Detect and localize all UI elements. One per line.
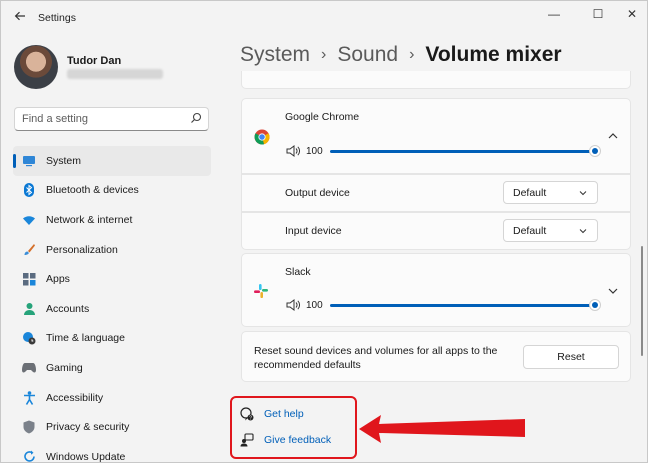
breadcrumb-separator: › bbox=[409, 46, 415, 63]
wifi-icon bbox=[22, 213, 36, 227]
active-indicator bbox=[13, 154, 16, 168]
bluetooth-icon bbox=[22, 183, 36, 198]
scrolled-card-edge bbox=[241, 71, 631, 89]
reset-description: Reset sound devices and volumes for all … bbox=[254, 345, 498, 371]
sidebar-item-label: Privacy & security bbox=[46, 421, 130, 434]
sidebar-item-label: Apps bbox=[46, 273, 70, 286]
page-title: Volume mixer bbox=[425, 43, 562, 66]
speaker-icon[interactable] bbox=[286, 299, 300, 311]
sidebar-item-label: Accessibility bbox=[46, 391, 104, 404]
app-title: Settings bbox=[38, 12, 76, 24]
app-card-chrome: Google Chrome 100 bbox=[241, 98, 631, 174]
close-button[interactable]: ✕ bbox=[617, 5, 647, 23]
chevron-down-icon bbox=[579, 229, 587, 234]
apps-icon bbox=[22, 272, 36, 286]
speaker-icon[interactable] bbox=[286, 145, 300, 157]
breadcrumb: System › Sound › Volume mixer bbox=[240, 43, 562, 67]
sidebar-item-label: Bluetooth & devices bbox=[46, 184, 139, 197]
user-email-obscured bbox=[67, 69, 163, 79]
volume-row-chrome: 100 bbox=[286, 144, 601, 157]
sidebar-item-windows-update[interactable]: Windows Update bbox=[13, 442, 211, 463]
help-links-highlight: ? Get help Give feedback bbox=[230, 396, 357, 459]
maximize-button[interactable]: ☐ bbox=[583, 5, 613, 23]
input-device-dropdown[interactable]: Default bbox=[503, 219, 598, 242]
title-bar: Settings — ☐ ✕ bbox=[1, 1, 647, 31]
output-device-row: Output device Default bbox=[241, 174, 631, 212]
sidebar-item-accessibility[interactable]: Accessibility bbox=[13, 383, 211, 413]
annotation-arrow bbox=[359, 415, 525, 443]
arrow-left-icon bbox=[14, 11, 25, 21]
sidebar-item-label: Gaming bbox=[46, 361, 83, 374]
search-box[interactable] bbox=[14, 107, 209, 131]
person-icon bbox=[22, 302, 36, 316]
back-button[interactable] bbox=[11, 7, 29, 25]
sidebar-item-accounts[interactable]: Accounts bbox=[13, 294, 211, 324]
sidebar-item-network[interactable]: Network & internet bbox=[13, 205, 211, 235]
svg-text:?: ? bbox=[249, 415, 252, 421]
sidebar-item-label: Network & internet bbox=[46, 213, 133, 226]
sidebar-item-label: Windows Update bbox=[46, 450, 126, 463]
monitor-icon bbox=[22, 154, 36, 168]
volume-value-slack: 100 bbox=[306, 299, 323, 311]
app-name-chrome: Google Chrome bbox=[285, 111, 360, 123]
brush-icon bbox=[22, 243, 36, 257]
slack-icon bbox=[254, 284, 268, 298]
sidebar-item-bluetooth[interactable]: Bluetooth & devices bbox=[13, 176, 211, 206]
avatar[interactable] bbox=[14, 45, 58, 89]
sidebar-item-label: System bbox=[46, 154, 82, 167]
give-feedback-label: Give feedback bbox=[264, 434, 332, 446]
shield-icon bbox=[22, 420, 36, 434]
help-chat-icon: ? bbox=[240, 407, 254, 421]
chevron-up-icon[interactable] bbox=[607, 130, 619, 142]
settings-window: Settings — ☐ ✕ Tudor Dan System Bluetoot… bbox=[0, 0, 648, 463]
sidebar-item-label: Accounts bbox=[46, 302, 90, 315]
volume-slider-chrome[interactable] bbox=[330, 144, 601, 157]
sidebar-item-label: Time & language bbox=[46, 332, 125, 345]
minimize-button[interactable]: — bbox=[539, 5, 569, 23]
breadcrumb-system[interactable]: System bbox=[240, 43, 310, 67]
sidebar-item-label: Personalization bbox=[46, 243, 118, 256]
input-device-label: Input device bbox=[285, 225, 342, 237]
breadcrumb-sound[interactable]: Sound bbox=[337, 43, 398, 67]
get-help-link[interactable]: ? Get help bbox=[240, 407, 304, 421]
accessibility-icon bbox=[22, 390, 36, 405]
user-name: Tudor Dan bbox=[67, 55, 122, 67]
sidebar-item-system[interactable]: System bbox=[13, 146, 211, 176]
slider-thumb[interactable] bbox=[589, 144, 601, 157]
reset-card: Reset sound devices and volumes for all … bbox=[241, 331, 631, 382]
input-device-row: Input device Default bbox=[241, 212, 631, 250]
reset-button[interactable]: Reset bbox=[523, 345, 619, 369]
get-help-label: Get help bbox=[264, 408, 304, 420]
app-name-slack: Slack bbox=[285, 266, 311, 278]
output-device-dropdown[interactable]: Default bbox=[503, 181, 598, 204]
clock-globe-icon bbox=[22, 331, 36, 345]
gamepad-icon bbox=[22, 361, 36, 375]
input-device-value: Default bbox=[513, 225, 547, 237]
update-icon bbox=[22, 450, 36, 462]
sidebar-item-privacy[interactable]: Privacy & security bbox=[13, 412, 211, 442]
breadcrumb-separator: › bbox=[321, 46, 327, 63]
search-input[interactable] bbox=[22, 112, 182, 126]
slider-thumb[interactable] bbox=[589, 298, 601, 311]
chevron-down-icon[interactable] bbox=[607, 285, 619, 297]
app-card-slack: Slack 100 bbox=[241, 253, 631, 327]
scrollbar-thumb[interactable] bbox=[641, 246, 643, 356]
sidebar-item-time-language[interactable]: Time & language bbox=[13, 324, 211, 354]
sidebar-item-apps[interactable]: Apps bbox=[13, 264, 211, 294]
output-device-label: Output device bbox=[285, 187, 350, 199]
output-device-value: Default bbox=[513, 187, 547, 199]
chevron-down-icon bbox=[579, 191, 587, 196]
volume-value-chrome: 100 bbox=[306, 145, 323, 157]
sidebar-item-personalization[interactable]: Personalization bbox=[13, 235, 211, 265]
chrome-icon bbox=[254, 129, 270, 145]
search-icon[interactable] bbox=[190, 112, 202, 124]
sidebar-nav: System Bluetooth & devices Network & int… bbox=[13, 146, 211, 463]
volume-row-slack: 100 bbox=[286, 298, 601, 311]
give-feedback-link[interactable]: Give feedback bbox=[240, 433, 331, 447]
sidebar-item-gaming[interactable]: Gaming bbox=[13, 353, 211, 383]
volume-slider-slack[interactable] bbox=[330, 298, 601, 311]
feedback-icon bbox=[240, 433, 254, 447]
